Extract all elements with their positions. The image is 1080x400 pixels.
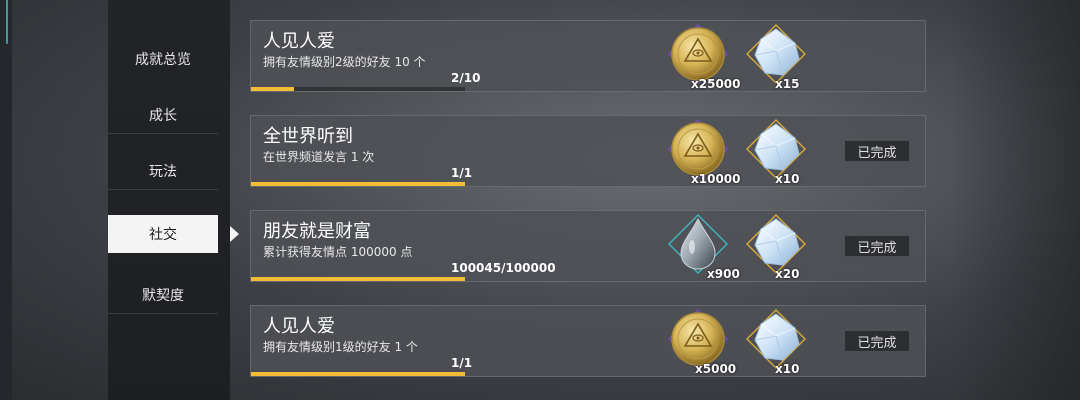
active-indicator-arrow <box>230 226 239 242</box>
reward-count: x10 <box>775 362 800 376</box>
progress-text: 1/1 <box>451 356 473 370</box>
sidebar-item-label: 默契度 <box>142 287 184 304</box>
progress-bar <box>251 87 465 91</box>
achievement-card[interactable]: 朋友就是财富 累计获得友情点 100000 点 100045/100000 x9… <box>250 210 926 282</box>
progress-fill <box>251 87 294 91</box>
reward-item[interactable]: x10 <box>743 116 813 188</box>
achievement-title: 人见人爱 <box>263 316 335 337</box>
progress-text: 2/10 <box>451 71 481 85</box>
sidebar-item-label: 成就总览 <box>135 52 191 68</box>
reward-count: x20 <box>775 267 800 281</box>
achievement-description: 在世界频道发言 1 次 <box>263 150 375 164</box>
achievement-card[interactable]: 全世界听到 在世界频道发言 1 次 1/1 x10000 x10 已完成 <box>250 115 926 187</box>
reward-count: x15 <box>775 77 800 91</box>
achievement-description: 累计获得友情点 100000 点 <box>263 245 413 259</box>
reward-item[interactable]: x900 <box>665 211 740 283</box>
progress-text: 100045/100000 <box>451 261 556 275</box>
sidebar-item-label: 社交 <box>149 227 177 243</box>
sidebar-item-gameplay[interactable]: 玩法 <box>108 152 218 190</box>
reward-item[interactable]: x20 <box>743 211 813 283</box>
reward-count: x900 <box>707 267 740 281</box>
achievement-title: 全世界听到 <box>263 126 353 147</box>
progress-fill <box>251 182 465 186</box>
progress-fill <box>251 277 465 281</box>
edge-accent <box>6 0 8 44</box>
achievement-card[interactable]: 人见人爱 拥有友情级别2级的好友 10 个 2/10 x25000 x15 <box>250 20 926 92</box>
reward-item[interactable]: x10 <box>743 306 813 378</box>
status-badge: 已完成 <box>844 235 910 257</box>
reward-item[interactable]: x15 <box>743 21 813 93</box>
reward-count: x10 <box>775 172 800 186</box>
reward-count: x10000 <box>691 172 741 186</box>
achievement-title: 人见人爱 <box>263 31 335 52</box>
reward-item[interactable]: x5000 <box>665 306 737 378</box>
achievement-description: 拥有友情级别2级的好友 10 个 <box>263 55 426 69</box>
sidebar-item-growth[interactable]: 成长 <box>108 96 218 134</box>
reward-count: x5000 <box>695 362 737 376</box>
left-edge-panel <box>0 0 12 400</box>
sidebar-item-label: 玩法 <box>149 163 177 180</box>
achievement-description: 拥有友情级别1级的好友 1 个 <box>263 340 418 354</box>
progress-text: 1/1 <box>451 166 473 180</box>
reward-item[interactable]: x10000 <box>665 116 741 188</box>
progress-fill <box>251 372 465 376</box>
sidebar-item-label: 成长 <box>149 107 177 124</box>
progress-bar <box>251 182 465 186</box>
achievement-title: 朋友就是财富 <box>263 221 371 242</box>
sidebar-item-social[interactable]: 社交 <box>108 215 218 253</box>
status-badge: 已完成 <box>844 330 910 352</box>
sidebar-item-rapport[interactable]: 默契度 <box>108 276 218 314</box>
background-shade <box>950 0 1080 400</box>
achievement-card[interactable]: 人见人爱 拥有友情级别1级的好友 1 个 1/1 x5000 x10 已完成 <box>250 305 926 377</box>
reward-item[interactable]: x25000 <box>665 21 741 93</box>
progress-bar <box>251 372 465 376</box>
reward-count: x25000 <box>691 77 741 91</box>
progress-bar <box>251 277 465 281</box>
sidebar-item-overview[interactable]: 成就总览 <box>108 40 218 78</box>
sidebar: 成就总览 成长 玩法 社交 默契度 <box>108 0 230 400</box>
status-badge: 已完成 <box>844 140 910 162</box>
